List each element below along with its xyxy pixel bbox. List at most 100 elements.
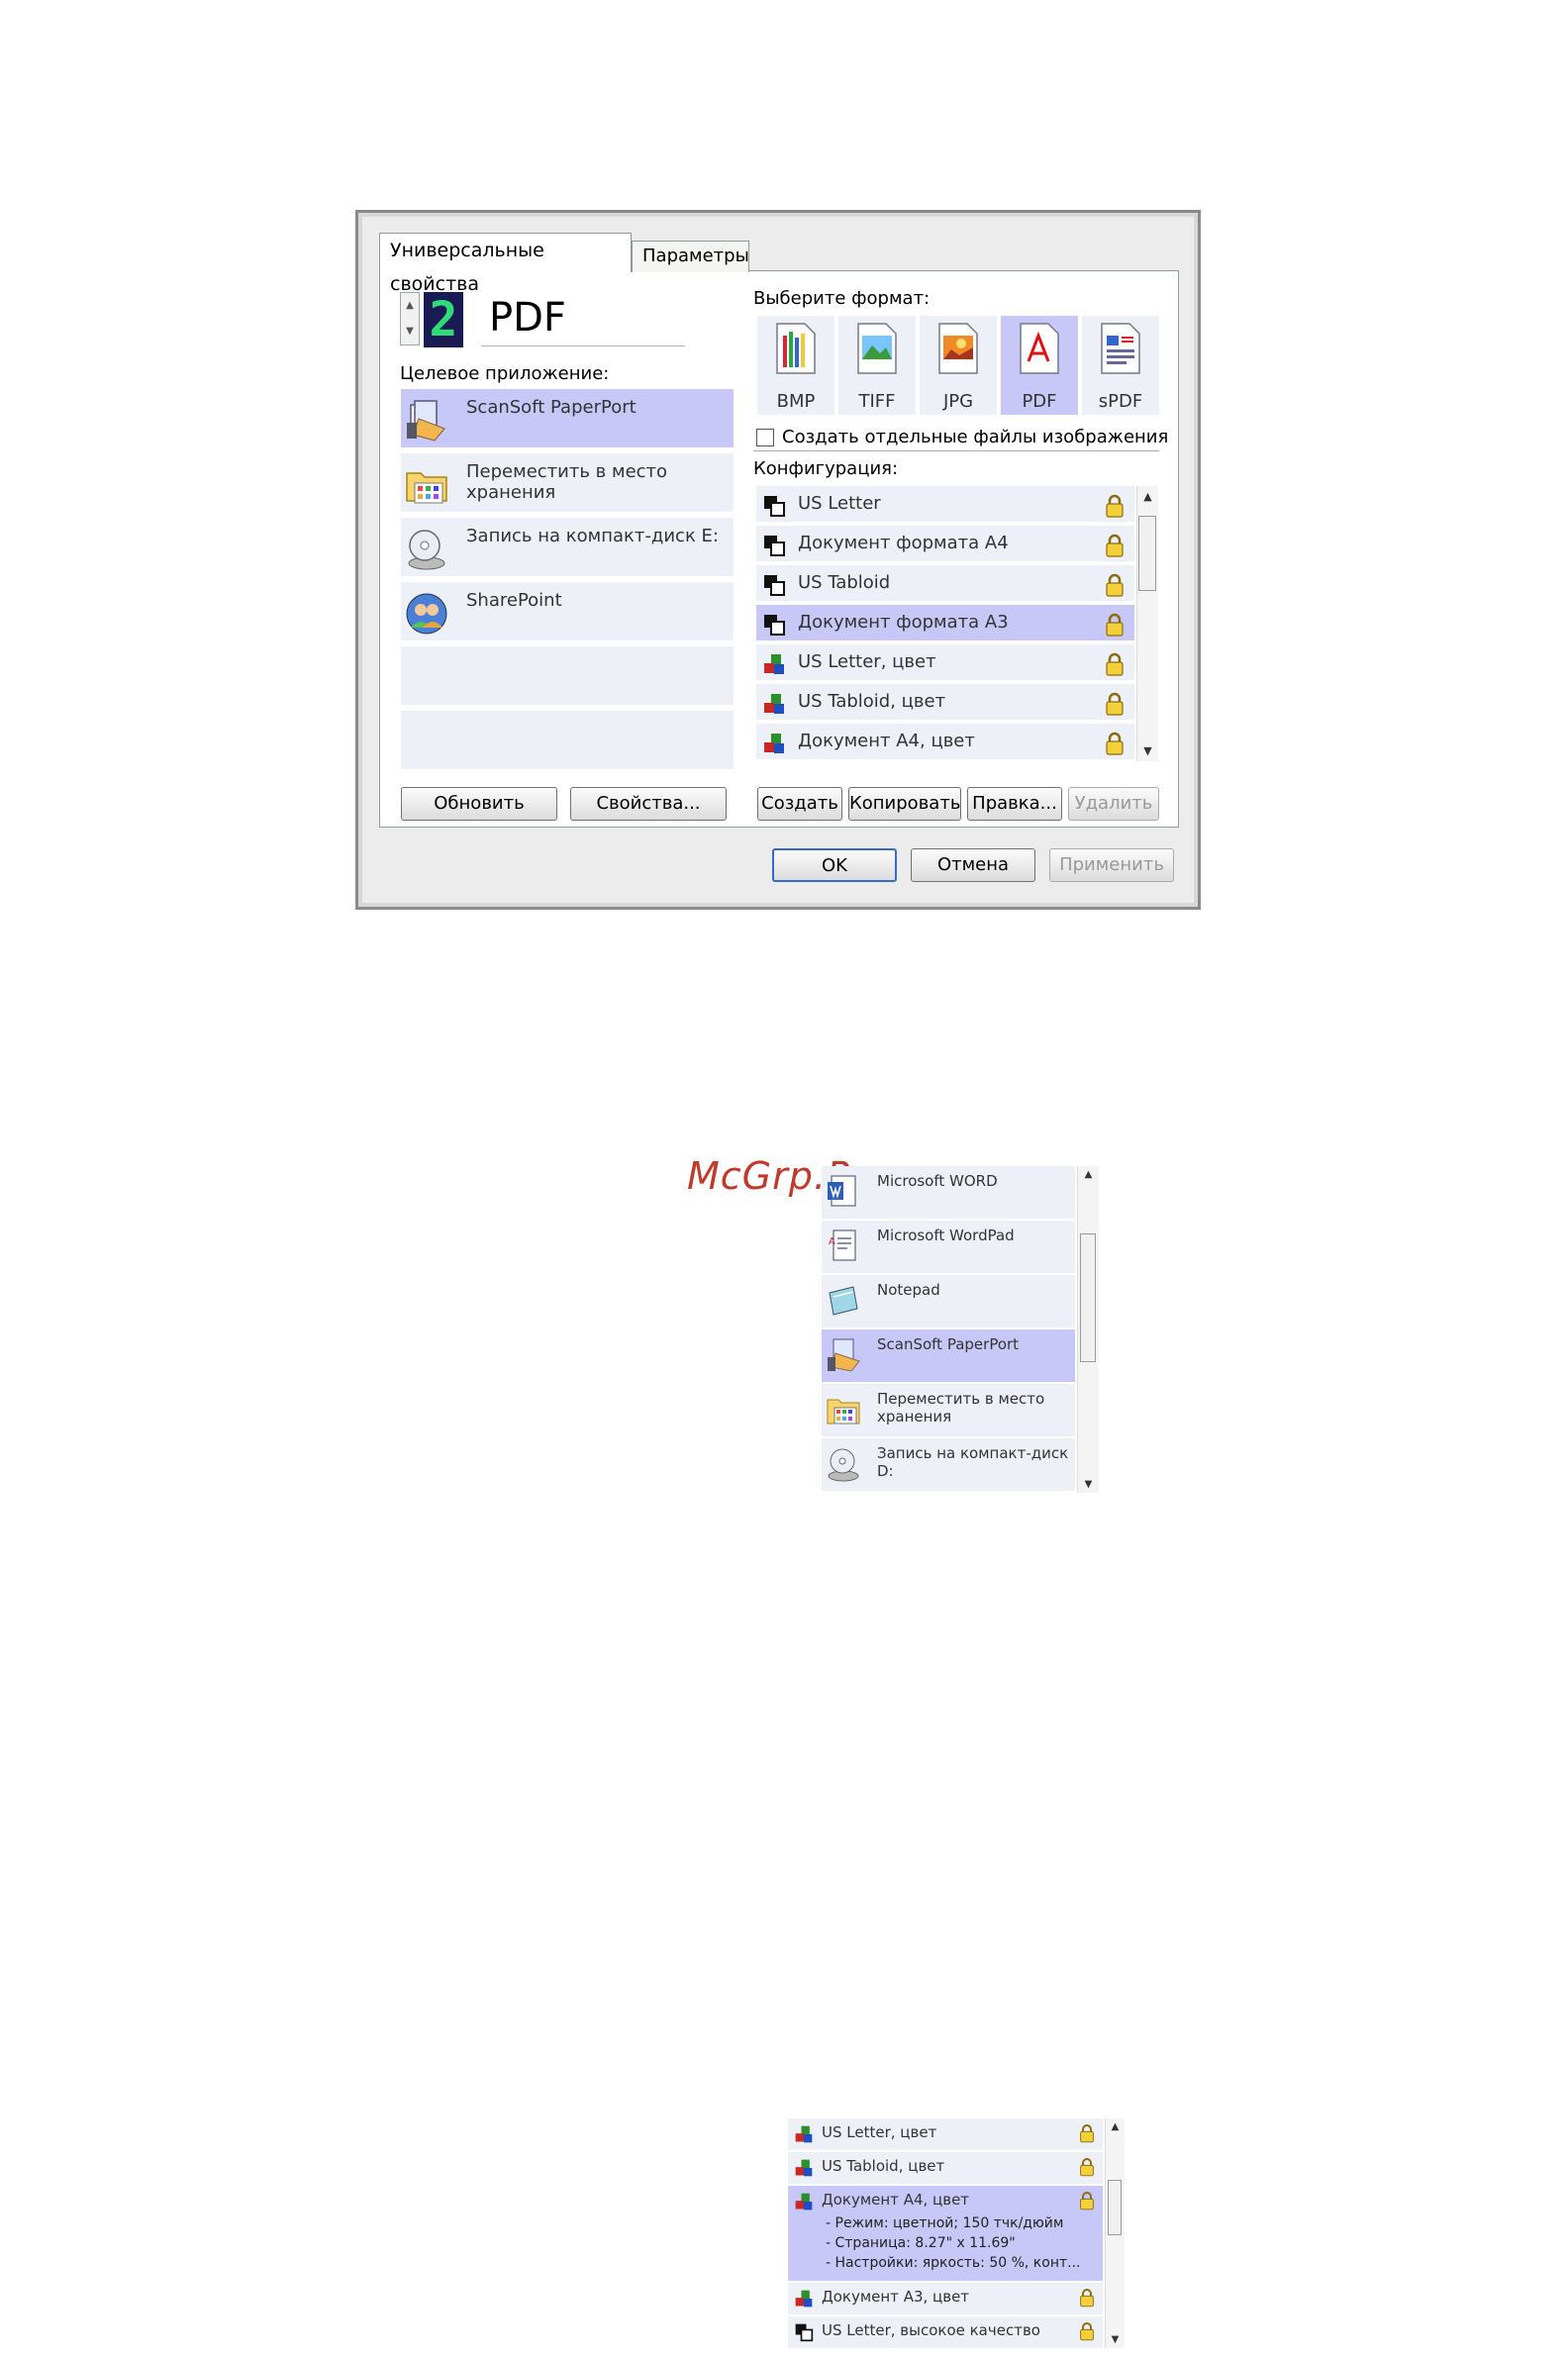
config-item[interactable]: US Tabloid, цвет xyxy=(756,684,1134,722)
word-icon xyxy=(828,1175,856,1207)
config-list: US Letter Документ формата A4 US Tabloid До… xyxy=(756,486,1134,761)
copy-button[interactable]: Копировать xyxy=(848,787,961,821)
config-item[interactable]: US Letter, цвет xyxy=(756,644,1134,682)
format-bmp[interactable]: BMP xyxy=(757,316,834,415)
app-item-label: Microsoft WORD xyxy=(877,1172,998,1190)
properties-button[interactable]: Свойства... xyxy=(570,787,727,821)
separate-files-checkbox[interactable] xyxy=(756,429,774,446)
lock-icon xyxy=(1106,692,1124,716)
bw-config-icon xyxy=(764,615,785,636)
scroll-up-icon[interactable]: ▲ xyxy=(1137,490,1158,503)
app-list-item[interactable]: ScanSoft PaperPort xyxy=(822,1329,1075,1382)
config-item-label: Документ формата A4 xyxy=(798,533,1009,553)
cancel-button[interactable]: Отмена xyxy=(911,848,1035,882)
config-lock xyxy=(1105,691,1125,717)
config-snippet-item[interactable]: US Letter, высокое качество xyxy=(788,2316,1103,2348)
format-spdf[interactable]: sPDF xyxy=(1082,316,1159,415)
target-item-label: SharePoint xyxy=(466,590,562,611)
lock-icon xyxy=(1080,2158,1094,2177)
color-config-icon xyxy=(795,2193,813,2211)
edit-button[interactable]: Правка... xyxy=(967,787,1062,821)
config-snippet-label: Документ A3, цвет xyxy=(822,2288,970,2306)
config-snippet-item[interactable]: Документ A3, цвет xyxy=(788,2283,1103,2314)
app-item-label: Microsoft WordPad xyxy=(877,1227,1015,1244)
config-snippet-label: US Letter, высокое качество xyxy=(822,2321,1040,2339)
config-snippet-label: US Tabloid, цвет xyxy=(822,2157,945,2175)
spinner-down-icon[interactable]: ▼ xyxy=(401,319,419,344)
target-item-cd-burn[interactable]: Запись на компакт-диск E: xyxy=(401,518,734,579)
config-scroll-thumb[interactable] xyxy=(1138,516,1156,591)
config-item[interactable]: US Tabloid xyxy=(756,565,1134,603)
config-lock xyxy=(1105,572,1125,598)
config-type-icon xyxy=(794,2158,814,2182)
config-item[interactable]: Документ формата A4 xyxy=(756,526,1134,563)
refresh-button[interactable]: Обновить xyxy=(401,787,557,821)
color-config-icon xyxy=(795,2125,813,2143)
scroll-up-icon[interactable]: ▲ xyxy=(1106,2121,1125,2132)
format-name-underline xyxy=(481,345,685,346)
target-item-sharepoint[interactable]: SharePoint xyxy=(401,582,734,643)
format-jpg[interactable]: JPG xyxy=(920,316,997,415)
lock-icon xyxy=(1106,573,1124,597)
app-list-scroll-thumb[interactable] xyxy=(1080,1233,1096,1362)
svg-text:A: A xyxy=(829,1236,835,1247)
wordpad-icon: A xyxy=(829,1229,856,1261)
app-item-icon-wrap xyxy=(826,1392,861,1431)
config-snippet-scrollbar[interactable]: ▲ ▼ xyxy=(1105,2118,1125,2348)
config-snippet-item[interactable]: Документ A4, цвет - Режим: цветной; 150 т… xyxy=(788,2186,1103,2281)
bw-config-icon xyxy=(764,496,785,517)
config-snippet-item[interactable]: US Letter, цвет xyxy=(788,2118,1103,2150)
scroll-down-icon[interactable]: ▼ xyxy=(1078,1479,1099,1490)
color-config-icon xyxy=(795,2159,813,2177)
config-type-icon xyxy=(794,2124,814,2148)
target-item-move-storage[interactable]: Переместить в место хранения xyxy=(401,453,734,515)
config-item-label: US Tabloid xyxy=(798,572,891,593)
app-list-item[interactable]: Microsoft WORD xyxy=(822,1166,1075,1219)
config-type-icon xyxy=(762,652,786,676)
config-item-label: US Letter xyxy=(798,493,881,514)
config-lock xyxy=(1079,2287,1095,2312)
app-list-item[interactable]: Переместить в место хранения xyxy=(822,1384,1075,1436)
config-lock xyxy=(1105,612,1125,638)
config-detail-line: - Настройки: яркость: 50 %, конт... xyxy=(826,2255,1081,2271)
pdf-icon xyxy=(1020,323,1059,374)
apply-button[interactable]: Применить xyxy=(1049,848,1174,882)
config-detail-line: - Режим: цветной; 150 тчк/дюйм xyxy=(826,2215,1064,2231)
config-snippet-label: US Letter, цвет xyxy=(822,2123,937,2141)
scroll-up-icon[interactable]: ▲ xyxy=(1078,1169,1099,1180)
config-item[interactable]: Документ A4, цвет xyxy=(756,724,1134,761)
tab-parameters[interactable]: Параметры xyxy=(632,241,749,272)
target-item-paperport[interactable]: ScanSoft PaperPort xyxy=(401,389,734,450)
jpg-icon xyxy=(938,323,978,374)
config-item[interactable]: US Letter xyxy=(756,486,1134,524)
format-tiff[interactable]: TIFF xyxy=(838,316,916,415)
config-type-icon xyxy=(794,2322,814,2346)
lock-icon xyxy=(1106,732,1124,755)
bmp-icon xyxy=(776,323,816,374)
scroll-down-icon[interactable]: ▼ xyxy=(1137,744,1158,757)
config-snippet-scroll-thumb[interactable] xyxy=(1108,2180,1122,2235)
scroll-down-icon[interactable]: ▼ xyxy=(1106,2334,1125,2345)
app-list-item[interactable]: Запись на компакт-диск D: xyxy=(822,1438,1075,1491)
config-item[interactable]: Документ формата A3 xyxy=(756,605,1134,642)
ok-button[interactable]: OK xyxy=(772,848,897,882)
folder-icon xyxy=(827,1399,860,1425)
app-list-item[interactable]: Notepad xyxy=(822,1275,1075,1327)
create-button[interactable]: Создать xyxy=(757,787,842,821)
app-list-item[interactable]: A Microsoft WordPad xyxy=(822,1221,1075,1273)
app-list-scrollbar[interactable]: ▲ ▼ xyxy=(1077,1166,1099,1493)
tab-universal-properties[interactable]: Универсальные свойства xyxy=(379,233,632,295)
app-item-icon-wrap xyxy=(826,1337,861,1377)
delete-button[interactable]: Удалить xyxy=(1068,787,1159,821)
target-item-label: ScanSoft PaperPort xyxy=(466,397,637,418)
app-item-icon-wrap xyxy=(826,1174,861,1214)
bw-config-icon xyxy=(764,536,785,556)
config-label: Конфигурация: xyxy=(753,458,899,479)
format-pdf[interactable]: PDF xyxy=(1001,316,1078,415)
app-item-icon-wrap xyxy=(826,1446,861,1486)
app-item-label: Запись на компакт-диск D: xyxy=(877,1444,1069,1480)
target-item-empty xyxy=(401,646,734,708)
app-item-label: ScanSoft PaperPort xyxy=(877,1335,1020,1353)
app-item-label: Notepad xyxy=(877,1281,940,1299)
config-snippet-item[interactable]: US Tabloid, цвет xyxy=(788,2152,1103,2184)
